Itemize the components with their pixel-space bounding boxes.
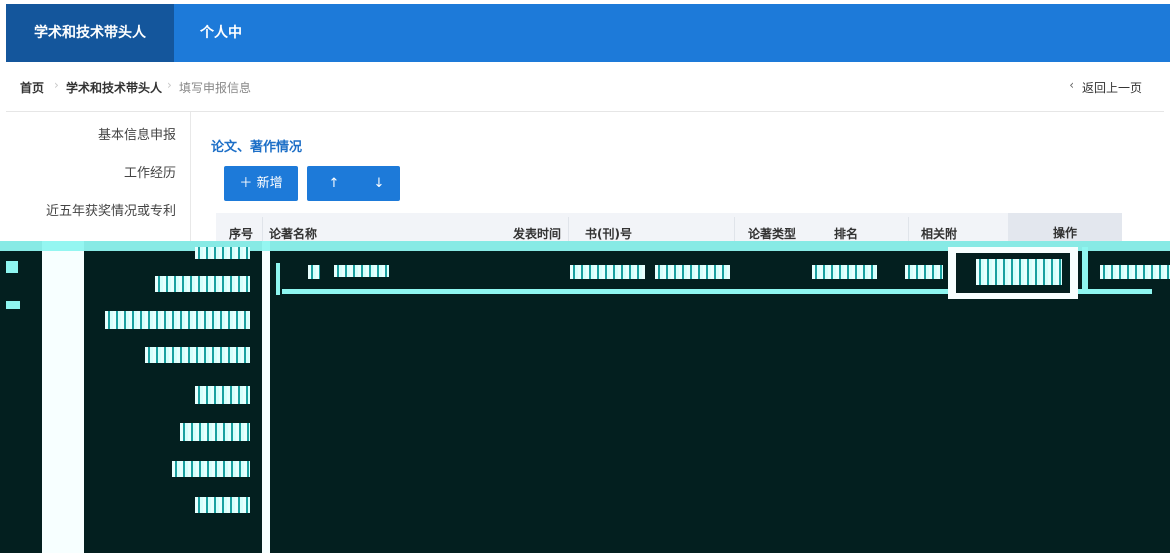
glitch-text (155, 276, 250, 292)
column-header-rank: 排名 (834, 227, 859, 241)
glitch-text (195, 386, 250, 404)
chevron-right-icon: › (167, 78, 172, 92)
chevron-right-icon: › (54, 78, 59, 92)
breadcrumb-current: 填写申报信息 (179, 81, 252, 95)
column-header-index: 序号 (229, 227, 254, 241)
breadcrumb-academic-leader[interactable]: 学术和技术带头人 (66, 79, 162, 96)
move-down-button[interactable]: ↓ (358, 166, 400, 201)
glitch-block (42, 241, 84, 553)
glitch-text (105, 311, 250, 329)
sidebar-item-awards-patents[interactable]: 近五年获奖情况或专利 (46, 200, 176, 219)
glitch-text (570, 265, 645, 279)
breadcrumb-home[interactable]: 首页 (20, 79, 44, 96)
glitch-stripe (276, 263, 280, 295)
glitch-text (976, 259, 1062, 285)
back-link[interactable]: 返回上一页 (1082, 79, 1142, 96)
glitch-text (905, 265, 943, 279)
glitch-block (262, 241, 270, 553)
sidebar-item-work-experience[interactable]: 工作经历 (124, 162, 176, 181)
column-header-publish-date: 发表时间 (513, 227, 562, 241)
breadcrumb: 首页 › 学术和技术带头人 › 填写申报信息 ‹ 返回上一页 (6, 62, 1164, 112)
corrupted-render-region (0, 241, 1170, 553)
arrow-up-icon: ↑ (328, 176, 340, 191)
column-header-title: 论著名称 (269, 227, 318, 241)
column-header-type: 论著类型 (748, 227, 797, 241)
glitch-block (6, 301, 20, 309)
glitch-text (1100, 265, 1170, 279)
glitch-text (655, 265, 730, 279)
tab-academic-leader[interactable]: 学术和技术带头人 (6, 4, 174, 62)
plus-icon: ＋ (239, 176, 257, 191)
glitch-block (6, 261, 18, 273)
chevron-left-icon[interactable]: ‹ (1069, 78, 1074, 92)
glitch-text (145, 347, 250, 363)
tab-personal-center[interactable]: 个人中心 (196, 4, 246, 99)
glitch-stripe (1082, 247, 1088, 291)
sidebar-item-basic-info[interactable]: 基本信息申报 (98, 124, 176, 143)
glitch-text (308, 265, 320, 279)
glitch-text (812, 265, 877, 279)
add-button[interactable]: ＋ 新增 (224, 166, 298, 201)
glitch-text (172, 461, 250, 477)
top-navigation: 学术和技术带头人 个人中心 (0, 0, 1170, 99)
add-button-label: 新增 (256, 176, 283, 191)
glitch-text (195, 497, 250, 513)
column-header-attachment: 相关附 (921, 227, 958, 241)
glitch-text (195, 247, 250, 259)
glitch-text (180, 423, 250, 441)
move-up-button[interactable]: ↑ (307, 166, 361, 201)
glitch-text (334, 265, 389, 277)
section-title: 论文、著作情况 (211, 140, 303, 155)
column-header-book-number: 书(刊)号 (585, 227, 632, 241)
arrow-down-icon: ↓ (373, 176, 385, 191)
